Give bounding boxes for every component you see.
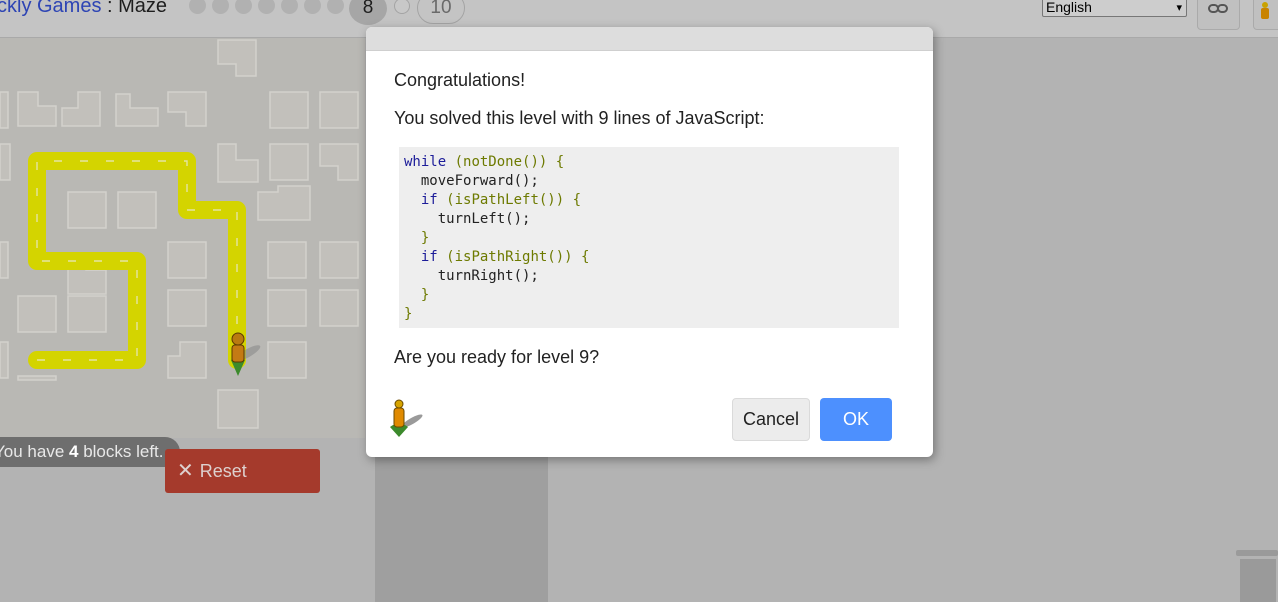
next-level-question: Are you ready for level 9? xyxy=(394,347,600,367)
code-brace: } xyxy=(420,230,430,246)
level-7-dot[interactable] xyxy=(327,0,344,14)
code-line: turnLeft(); xyxy=(437,211,531,227)
dialog-title-bar[interactable] xyxy=(366,27,933,51)
game-name: Maze xyxy=(118,0,168,17)
language-selected: English xyxy=(1046,0,1092,15)
code-listing: while (notDone()) { moveForward(); if (i… xyxy=(399,147,899,328)
code-brace: } xyxy=(420,287,430,303)
link-icon xyxy=(1208,4,1228,13)
level-4-dot[interactable] xyxy=(258,0,275,14)
code-brace: { xyxy=(581,249,590,265)
title-separator: : xyxy=(101,0,119,17)
maze-display: You have 4 blocks left. xyxy=(0,38,365,467)
code-line: turnRight(); xyxy=(437,268,539,284)
code-keyword: if xyxy=(420,192,438,208)
code-condition: (isPathLeft()) xyxy=(446,192,565,208)
pegman-icon xyxy=(1261,2,1269,19)
level-3-dot[interactable] xyxy=(235,0,252,14)
level-current-8[interactable]: 8 xyxy=(349,0,387,25)
code-keyword: while xyxy=(404,154,447,170)
level-6-dot[interactable] xyxy=(304,0,321,14)
level-9-dot[interactable] xyxy=(394,0,410,14)
blocks-left-message: You have 4 blocks left. xyxy=(0,437,180,467)
reset-label: Reset xyxy=(199,461,247,481)
reset-button[interactable]: ✕ Reset xyxy=(165,449,320,493)
trash-icon[interactable] xyxy=(1236,548,1278,602)
code-keyword: if xyxy=(420,249,438,265)
code-brace: } xyxy=(404,306,413,322)
pegman-icon xyxy=(390,399,423,437)
code-brace: { xyxy=(572,192,582,208)
level-5-dot[interactable] xyxy=(281,0,298,14)
link-button[interactable] xyxy=(1197,0,1240,30)
pegman-icon xyxy=(231,332,261,376)
pegman-button[interactable] xyxy=(1253,0,1278,30)
level-10-link[interactable]: 10 xyxy=(417,0,465,24)
language-select[interactable]: English ▾ xyxy=(1042,0,1187,17)
chevron-down-icon: ▾ xyxy=(1176,2,1182,14)
level-1-dot[interactable] xyxy=(189,0,206,14)
ok-button[interactable]: OK xyxy=(820,398,892,441)
cancel-button[interactable]: Cancel xyxy=(732,398,810,441)
congrats-dialog: Congratulations! You solved this level w… xyxy=(366,27,933,457)
code-brace: { xyxy=(555,154,565,170)
blocks-left-prefix: You have xyxy=(0,442,69,461)
code-condition: (notDone()) xyxy=(454,154,548,170)
brand-link[interactable]: ckly Games xyxy=(0,0,101,17)
maze-canvas xyxy=(0,39,359,429)
code-condition: (isPathRight()) xyxy=(446,249,573,265)
code-line: moveForward(); xyxy=(420,173,539,189)
level-2-dot[interactable] xyxy=(212,0,229,14)
maze-path xyxy=(28,152,246,369)
congrats-heading: Congratulations! xyxy=(394,70,526,90)
solved-message: You solved this level with 9 lines of Ja… xyxy=(394,108,765,128)
page-title: ckly Games : Maze xyxy=(0,0,167,18)
blocks-left-suffix: blocks left. xyxy=(78,442,164,461)
close-icon: ✕ xyxy=(177,460,194,482)
